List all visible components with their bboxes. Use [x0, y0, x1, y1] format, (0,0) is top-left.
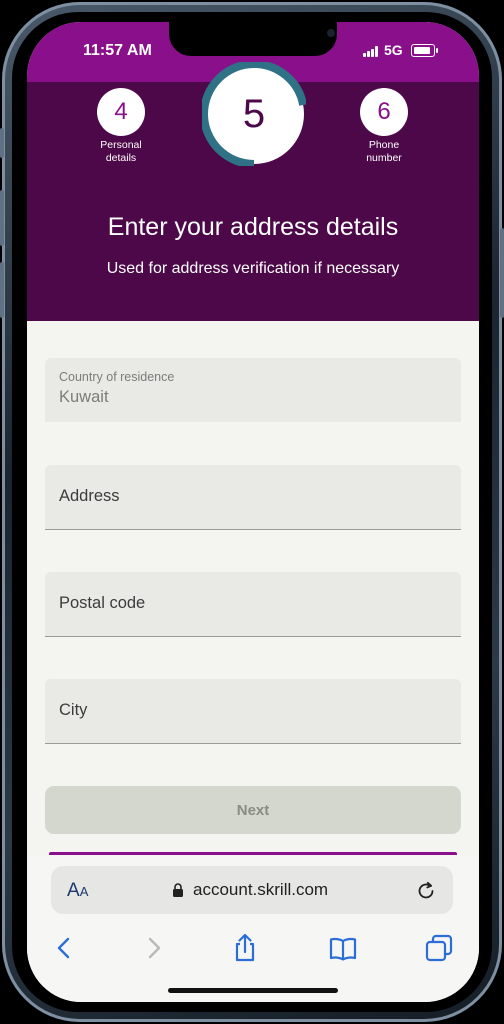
signal-icon	[363, 46, 381, 57]
forward-icon[interactable]	[137, 932, 169, 964]
page-header: 4 Personal details 5 6 Phone number Ente…	[27, 62, 479, 321]
text-size-label-small: A	[79, 884, 89, 899]
city-placeholder: City	[59, 701, 88, 719]
postal-code-placeholder: Postal code	[59, 594, 146, 612]
camera	[327, 29, 335, 37]
step-next-number: 6	[377, 98, 391, 125]
accent-divider	[49, 852, 457, 855]
back-icon[interactable]	[49, 932, 81, 964]
screen: 11:57 AM 5G 4 Personal details 5 6 Phone…	[27, 22, 479, 1002]
current-step-number: 5	[242, 91, 266, 136]
lock-icon	[173, 883, 183, 897]
address-bar[interactable]: AA account.skrill.com	[51, 866, 453, 914]
bookmarks-icon[interactable]	[327, 932, 359, 964]
step-prev-label-line2: details	[105, 152, 137, 164]
text-size-button[interactable]: AA	[67, 880, 88, 902]
postal-code-field[interactable]: Postal code	[45, 572, 461, 637]
page-title: Enter your address details	[107, 213, 399, 241]
country-value: Kuwait	[59, 388, 109, 406]
country-label: Country of residence	[59, 370, 175, 384]
text-size-label: A	[67, 880, 80, 901]
share-icon[interactable]	[229, 932, 261, 964]
mute-switch	[0, 128, 4, 158]
notch	[169, 22, 337, 56]
step-next-label: Phone number	[344, 139, 424, 165]
tabs-icon[interactable]	[423, 932, 455, 964]
volume-up-button	[0, 190, 4, 246]
power-button	[500, 228, 504, 318]
city-field[interactable]: City	[45, 679, 461, 744]
step-next-label-line2: number	[366, 152, 402, 164]
step-prev-label-line1: Personal	[100, 139, 142, 151]
step-next: 6	[360, 88, 408, 136]
volume-down-button	[0, 262, 4, 318]
home-indicator	[168, 988, 338, 993]
address-placeholder: Address	[59, 487, 120, 505]
country-select[interactable]: Country of residence Kuwait	[45, 358, 461, 422]
status-time: 11:57 AM	[83, 42, 152, 59]
step-next-label-line1: Phone	[368, 139, 400, 151]
step-prev-label: Personal details	[81, 139, 161, 165]
step-prev: 4	[97, 88, 145, 136]
page-subtitle: Used for address verification if necessa…	[106, 260, 400, 277]
browser-toolbar: AA account.skrill.com	[27, 856, 479, 1002]
url-text: account.skrill.com	[193, 880, 329, 899]
network-type: 5G	[384, 42, 403, 58]
step-prev-number: 4	[114, 98, 128, 125]
address-field[interactable]: Address	[45, 465, 461, 530]
reload-icon[interactable]	[415, 879, 437, 901]
battery-level	[414, 47, 431, 54]
battery-icon	[411, 44, 438, 57]
next-button[interactable]: Next	[45, 786, 461, 834]
